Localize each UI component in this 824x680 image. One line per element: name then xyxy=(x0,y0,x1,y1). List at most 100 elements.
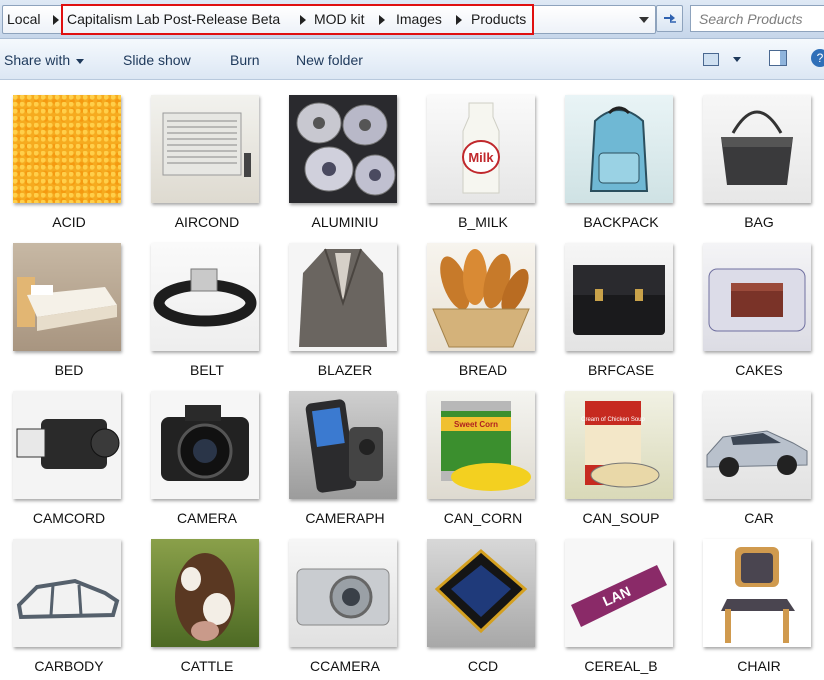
car-icon xyxy=(703,391,811,499)
file-label: CCAMERA xyxy=(309,658,380,674)
backpack-icon xyxy=(565,95,673,203)
file-label: BED xyxy=(54,362,84,378)
list-item[interactable]: Cream of Chicken Soup CAN_SOUP xyxy=(553,377,683,526)
help-icon[interactable]: ? xyxy=(811,49,824,67)
list-item[interactable]: CARBODY xyxy=(1,525,131,674)
list-item[interactable]: LAN CEREAL_B xyxy=(553,525,683,674)
file-label: CAMCORD xyxy=(32,510,106,526)
list-item[interactable]: ALUMINIU xyxy=(277,81,407,230)
file-label: CARBODY xyxy=(34,658,104,674)
chevron-right-icon[interactable] xyxy=(379,15,385,25)
file-label: CAN_CORN xyxy=(443,510,523,526)
bread-basket-icon xyxy=(427,243,535,351)
list-item[interactable]: BRFCASE xyxy=(553,229,683,378)
briefcase-icon xyxy=(565,243,673,351)
search-field[interactable] xyxy=(690,5,824,32)
file-label: BACKPACK xyxy=(583,214,659,230)
svg-text:Milk: Milk xyxy=(468,150,494,165)
crumb-capitalism-lab[interactable]: Capitalism Lab Post-Release Beta xyxy=(67,6,280,33)
chevron-right-icon[interactable] xyxy=(456,15,462,25)
crumb-local[interactable]: Local xyxy=(7,6,40,33)
crumb-products[interactable]: Products xyxy=(471,6,526,33)
crumb-mod-kit[interactable]: MOD kit xyxy=(314,6,365,33)
camcorder-icon xyxy=(13,391,121,499)
list-item[interactable]: BELT xyxy=(139,229,269,378)
cattle-icon xyxy=(151,539,259,647)
file-label: CAMERAPH xyxy=(305,510,385,526)
file-label: B_MILK xyxy=(458,214,508,230)
air-conditioner-icon xyxy=(151,95,259,203)
aluminium-rolls-icon xyxy=(289,95,397,203)
file-label: CAMERA xyxy=(177,510,237,526)
list-item[interactable]: Milk B_MILK xyxy=(415,81,545,230)
file-label: BLAZER xyxy=(317,362,373,378)
address-bar: Local Capitalism Lab Post-Release Beta M… xyxy=(0,0,824,39)
blazer-icon xyxy=(289,243,397,351)
list-item[interactable]: CHAIR xyxy=(691,525,821,674)
chevron-right-icon[interactable] xyxy=(53,15,59,25)
change-view-icon[interactable] xyxy=(703,53,719,66)
refresh-button[interactable] xyxy=(656,5,683,32)
camera-icon xyxy=(151,391,259,499)
list-item[interactable]: CCAMERA xyxy=(277,525,407,674)
cakes-tray-icon xyxy=(703,243,811,351)
cereal-bar-icon: LAN xyxy=(565,539,673,647)
chevron-down-icon xyxy=(76,58,85,64)
share-with-button[interactable]: Share with xyxy=(4,39,85,79)
list-item[interactable]: CAMERAPH xyxy=(277,377,407,526)
command-bar: Share with Slide show Burn New folder xyxy=(0,39,824,80)
chevron-right-icon[interactable] xyxy=(300,15,306,25)
slide-show-button[interactable]: Slide show xyxy=(123,39,191,79)
address-history-dropdown-icon[interactable] xyxy=(639,17,649,23)
camera-phone-icon xyxy=(289,391,397,499)
file-label: BREAD xyxy=(458,362,508,378)
view-options-chevron-icon[interactable] xyxy=(733,57,741,62)
file-label: AIRCOND xyxy=(174,214,240,230)
file-label: CATTLE xyxy=(180,658,234,674)
list-item[interactable]: CCD xyxy=(415,525,545,674)
breadcrumb[interactable]: Local Capitalism Lab Post-Release Beta M… xyxy=(2,5,656,34)
file-label: CAR xyxy=(744,510,774,526)
acid-granules-icon xyxy=(13,95,121,203)
list-item[interactable]: CAMERA xyxy=(139,377,269,526)
file-label: ACID xyxy=(52,214,86,230)
list-item[interactable]: CAR xyxy=(691,377,821,526)
search-input[interactable] xyxy=(691,6,824,31)
share-with-label: Share with xyxy=(4,52,71,68)
list-item[interactable]: CAMCORD xyxy=(1,377,131,526)
list-item[interactable]: BLAZER xyxy=(277,229,407,378)
handbag-icon xyxy=(703,95,811,203)
file-label: BAG xyxy=(744,214,774,230)
file-label: CAN_SOUP xyxy=(582,510,660,526)
compact-camera-icon xyxy=(289,539,397,647)
list-item[interactable]: AIRCOND xyxy=(139,81,269,230)
chair-icon xyxy=(703,539,811,647)
milk-bottle-icon: Milk xyxy=(427,95,535,203)
burn-button[interactable]: Burn xyxy=(230,39,260,79)
crumb-images[interactable]: Images xyxy=(396,6,442,33)
new-folder-button[interactable]: New folder xyxy=(296,39,363,79)
ccd-chip-icon xyxy=(427,539,535,647)
list-item[interactable]: CATTLE xyxy=(139,525,269,674)
file-label: CEREAL_B xyxy=(584,658,658,674)
svg-text:Cream of Chicken Soup: Cream of Chicken Soup xyxy=(581,417,645,423)
file-label: BRFCASE xyxy=(587,362,655,378)
list-item[interactable]: BAG xyxy=(691,81,821,230)
bed-icon xyxy=(13,243,121,351)
list-item[interactable]: BREAD xyxy=(415,229,545,378)
refresh-icon xyxy=(663,13,676,23)
corn-can-icon: Sweet Corn xyxy=(427,391,535,499)
file-label: CCD xyxy=(467,658,499,674)
file-label: CAKES xyxy=(735,362,783,378)
soup-can-icon: Cream of Chicken Soup xyxy=(565,391,673,499)
car-body-icon xyxy=(13,539,121,647)
svg-text:Sweet Corn: Sweet Corn xyxy=(454,420,498,429)
belt-icon xyxy=(151,243,259,351)
file-label: BELT xyxy=(190,362,224,378)
list-item[interactable]: ACID xyxy=(1,81,131,230)
list-item[interactable]: BACKPACK xyxy=(553,81,683,230)
list-item[interactable]: Sweet Corn CAN_CORN xyxy=(415,377,545,526)
preview-pane-icon[interactable] xyxy=(769,50,787,66)
list-item[interactable]: BED xyxy=(1,229,131,378)
list-item[interactable]: CAKES xyxy=(691,229,821,378)
